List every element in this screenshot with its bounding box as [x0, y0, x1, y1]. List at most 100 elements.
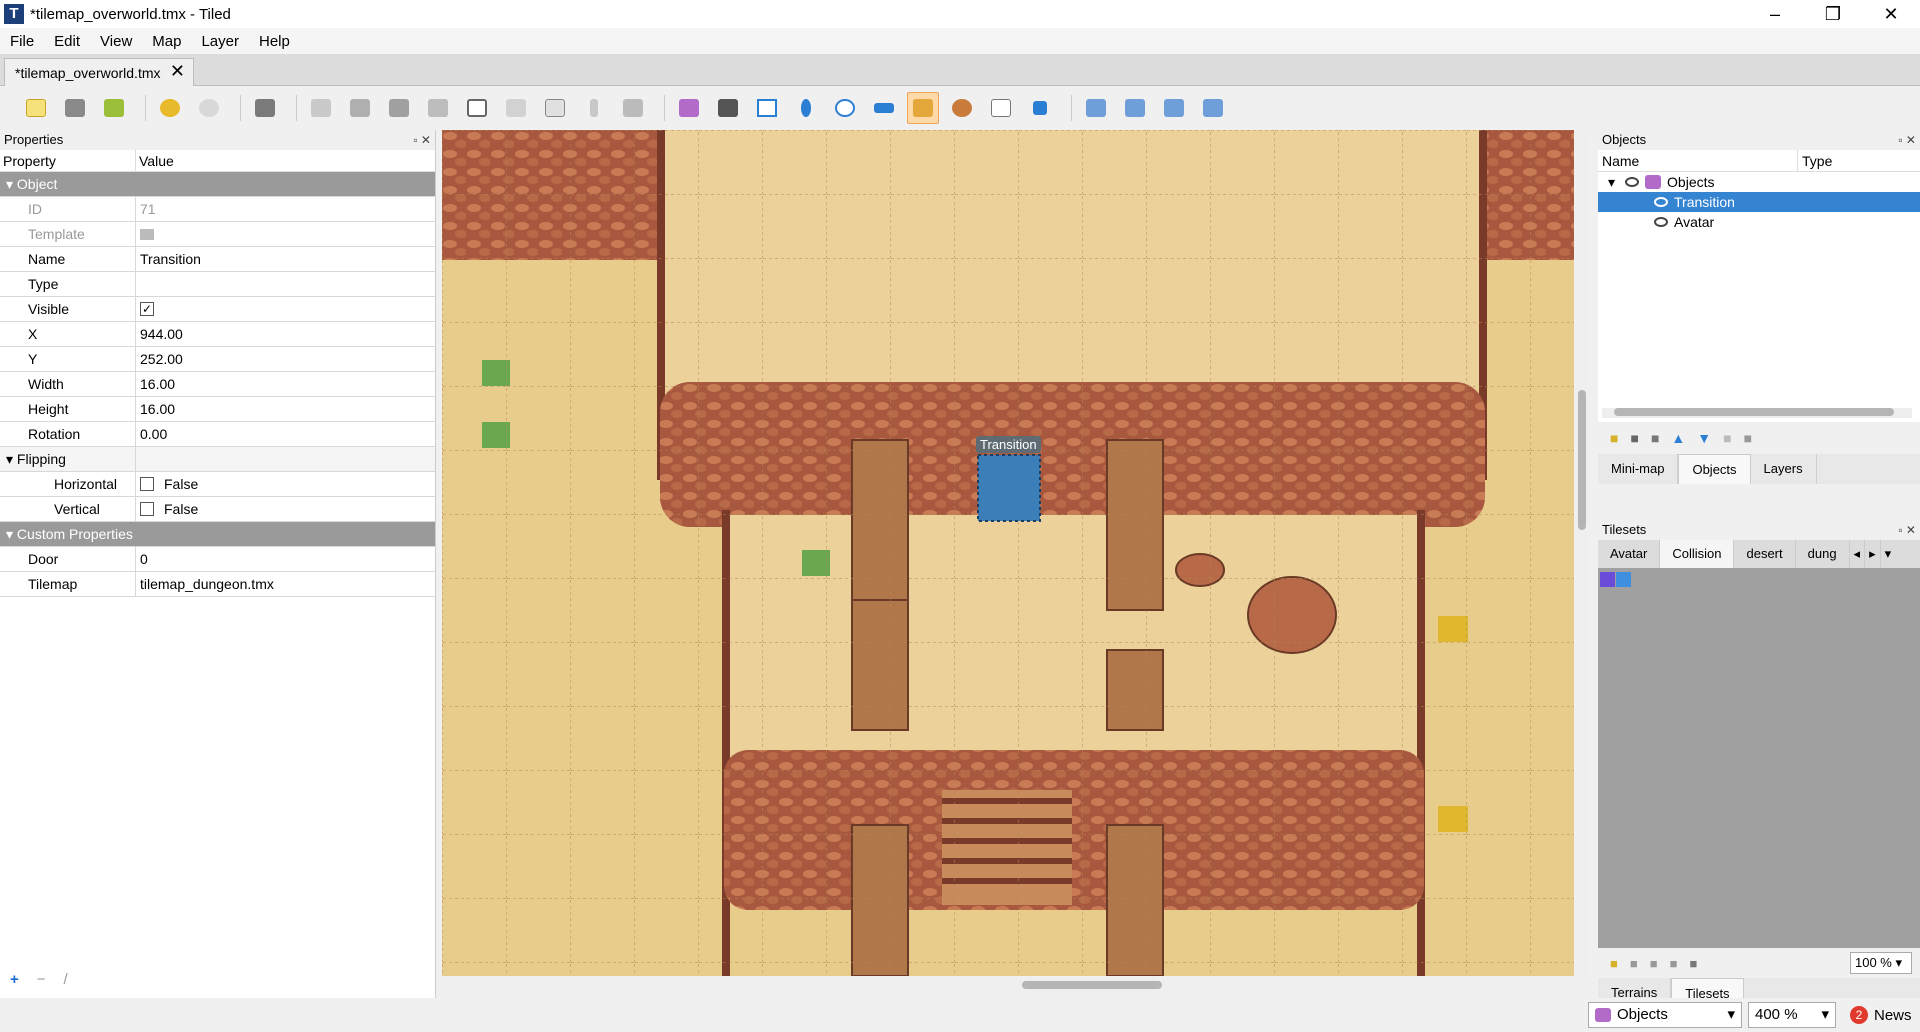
commands-icon[interactable] — [249, 92, 281, 124]
door-value[interactable]: 0 — [136, 547, 148, 572]
terrain-brush-icon[interactable] — [344, 92, 376, 124]
insert-polygon-icon[interactable] — [868, 92, 900, 124]
magic-wand-icon[interactable] — [578, 92, 610, 124]
menu-layer[interactable]: Layer — [191, 33, 249, 50]
export-tileset-icon[interactable]: ■ — [1650, 956, 1658, 971]
edit-polygons-icon[interactable] — [712, 92, 744, 124]
tilemap-value[interactable]: tilemap_dungeon.tmx — [136, 572, 274, 597]
horizontal-scrollbar[interactable] — [442, 978, 1574, 992]
menu-file[interactable]: File — [0, 33, 44, 50]
visibility-eye-icon[interactable] — [1654, 197, 1668, 207]
news-button[interactable]: 2 News — [1850, 1006, 1912, 1024]
document-tab[interactable]: *tilemap_overworld.tmx ✕ — [4, 58, 194, 86]
row-horizontal[interactable]: Horizontal False — [0, 471, 435, 497]
object-properties-icon[interactable]: ■ — [1744, 430, 1752, 446]
x-value[interactable]: 944.00 — [136, 322, 183, 347]
map-canvas[interactable]: Transition — [442, 130, 1574, 976]
menu-edit[interactable]: Edit — [44, 33, 90, 50]
tab-mini-map[interactable]: Mini-map — [1598, 454, 1679, 484]
row-y[interactable]: Y 252.00 — [0, 346, 435, 372]
visible-checkbox[interactable]: ✓ — [140, 302, 154, 316]
eraser-icon[interactable] — [500, 92, 532, 124]
new-object-layer-icon[interactable]: ■ — [1610, 430, 1618, 446]
move-to-layer-icon[interactable]: ■ — [1723, 430, 1731, 446]
open-icon[interactable] — [59, 92, 91, 124]
add-property-button[interactable]: + — [10, 971, 19, 988]
close-tab-icon[interactable]: ✕ — [170, 61, 185, 82]
move-down-icon[interactable]: ▼ — [1697, 430, 1711, 446]
save-icon[interactable] — [98, 92, 130, 124]
insert-template-icon[interactable] — [946, 92, 978, 124]
width-value[interactable]: 16.00 — [136, 372, 175, 397]
rename-property-button[interactable]: / — [64, 971, 68, 988]
new-tileset-icon[interactable]: ■ — [1610, 956, 1618, 971]
row-rotation[interactable]: Rotation 0.00 — [0, 421, 435, 447]
new-map-icon[interactable] — [20, 92, 52, 124]
rect-select-icon[interactable] — [539, 92, 571, 124]
zoom-select[interactable]: 400 % ▾ — [1748, 1002, 1836, 1028]
move-icon[interactable] — [1024, 92, 1056, 124]
stamp-brush-icon[interactable] — [305, 92, 337, 124]
panel-float-close-icon[interactable]: ▫ ✕ — [1898, 520, 1916, 540]
row-visible[interactable]: Visible ✓ — [0, 296, 435, 322]
collapse-arrow-icon[interactable]: ▾ — [1608, 172, 1615, 192]
menu-map[interactable]: Map — [142, 33, 191, 50]
edit-tileset-icon[interactable]: ■ — [1670, 956, 1678, 971]
height-value[interactable]: 16.00 — [136, 397, 175, 422]
vertical-scroll-thumb[interactable] — [1578, 390, 1586, 530]
duplicate-objects-icon[interactable]: ■ — [1630, 430, 1638, 446]
scroll-right-icon[interactable]: ▸ — [1865, 540, 1881, 568]
row-height[interactable]: Height 16.00 — [0, 396, 435, 422]
vertical-scrollbar[interactable] — [1576, 130, 1588, 976]
group-flipping[interactable]: ▾ Flipping — [0, 446, 435, 472]
close-button[interactable]: ✕ — [1862, 0, 1920, 28]
row-width[interactable]: Width 16.00 — [0, 371, 435, 397]
row-x[interactable]: X 944.00 — [0, 321, 435, 347]
maximize-button[interactable]: ❐ — [1804, 0, 1862, 28]
insert-rectangle-icon[interactable] — [751, 92, 783, 124]
panel-float-close-icon[interactable]: ▫ ✕ — [413, 130, 431, 150]
insert-ellipse-icon[interactable] — [829, 92, 861, 124]
vertical-checkbox[interactable] — [140, 502, 154, 516]
flip-horizontal-icon[interactable] — [1080, 92, 1112, 124]
move-up-icon[interactable]: ▲ — [1671, 430, 1685, 446]
row-vertical[interactable]: Vertical False — [0, 496, 435, 522]
object-layer-row[interactable]: ▾ Objects — [1598, 172, 1920, 192]
bucket-fill-icon[interactable] — [422, 92, 454, 124]
tileset-tab-collision[interactable]: Collision — [1660, 540, 1735, 568]
flip-vertical-icon[interactable] — [1119, 92, 1151, 124]
tileset-tile[interactable] — [1600, 572, 1615, 587]
horizontal-checkbox[interactable] — [140, 477, 154, 491]
panel-float-close-icon[interactable]: ▫ ✕ — [1898, 130, 1916, 150]
tileset-menu-icon[interactable]: ▾ — [1881, 540, 1896, 568]
minimize-button[interactable]: – — [1746, 0, 1804, 28]
menu-help[interactable]: Help — [249, 33, 300, 50]
redo-icon[interactable] — [193, 92, 225, 124]
scroll-left-icon[interactable]: ◂ — [1850, 540, 1866, 568]
delete-objects-icon[interactable]: ■ — [1651, 430, 1659, 446]
menu-view[interactable]: View — [90, 33, 142, 50]
tileset-tab-avatar[interactable]: Avatar — [1598, 540, 1661, 568]
shape-fill-icon[interactable] — [461, 92, 493, 124]
object-row-avatar[interactable]: Avatar — [1598, 212, 1920, 232]
rotation-value[interactable]: 0.00 — [136, 422, 167, 447]
rotate-right-icon[interactable] — [1197, 92, 1229, 124]
tab-layers[interactable]: Layers — [1751, 454, 1817, 484]
insert-point-icon[interactable] — [790, 92, 822, 124]
wang-brush-icon[interactable] — [383, 92, 415, 124]
undo-icon[interactable] — [154, 92, 186, 124]
horizontal-scroll-thumb[interactable] — [1022, 981, 1162, 989]
group-object[interactable]: ▾ Object — [0, 172, 435, 197]
select-objects-icon[interactable] — [673, 92, 705, 124]
remove-property-button[interactable]: − — [37, 971, 46, 988]
tab-objects[interactable]: Objects — [1678, 454, 1751, 484]
remove-tileset-icon[interactable]: ■ — [1689, 956, 1697, 971]
tileset-zoom-select[interactable]: 100 % ▾ — [1850, 952, 1912, 974]
insert-tile-icon[interactable] — [907, 92, 939, 124]
rotate-left-icon[interactable] — [1158, 92, 1190, 124]
select-same-tile-icon[interactable] — [617, 92, 649, 124]
embed-tileset-icon[interactable]: ■ — [1630, 956, 1638, 971]
row-door[interactable]: Door 0 — [0, 546, 435, 572]
layer-select[interactable]: Objects ▾ — [1588, 1002, 1742, 1028]
visibility-eye-icon[interactable] — [1654, 217, 1668, 227]
